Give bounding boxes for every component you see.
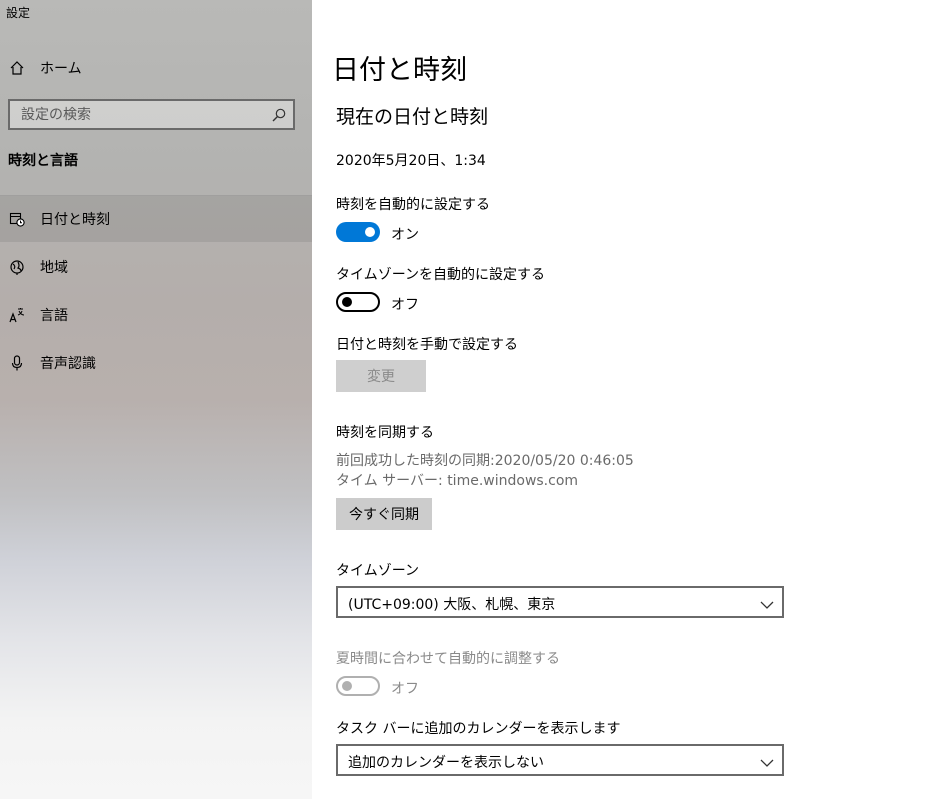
auto-time-state: オン	[391, 227, 419, 243]
globe-icon	[8, 258, 26, 276]
change-button[interactable]: 変更	[336, 360, 426, 392]
sync-heading: 時刻を同期する	[336, 425, 434, 441]
home-icon	[8, 59, 26, 77]
current-datetime: 2020年5月20日、1:34	[336, 153, 486, 169]
sidebar: 設定 ホーム 時刻と言語 日付と時刻 地域 言語 音声認	[0, 0, 312, 799]
calendar-label: タスク バーに追加のカレンダーを表示します	[336, 721, 621, 737]
time-server-text: タイム サーバー: time.windows.com	[336, 473, 579, 489]
auto-time-label: 時刻を自動的に設定する	[336, 197, 490, 213]
toggle-knob	[342, 681, 352, 691]
calendar-clock-icon	[8, 210, 26, 228]
search-box[interactable]	[8, 99, 295, 130]
main-content: 日付と時刻 現在の日付と時刻 2020年5月20日、1:34 時刻を自動的に設定…	[312, 0, 946, 799]
timezone-label: タイムゾーン	[336, 563, 420, 579]
sidebar-item-date-time[interactable]: 日付と時刻	[0, 196, 312, 242]
chevron-down-icon	[760, 754, 774, 767]
page-title: 日付と時刻	[332, 55, 467, 86]
toggle-knob	[342, 297, 352, 307]
auto-timezone-state: オフ	[391, 297, 419, 313]
sidebar-item-label: 音声認識	[40, 356, 96, 372]
microphone-icon	[8, 354, 26, 372]
sync-now-button[interactable]: 今すぐ同期	[336, 498, 432, 530]
auto-timezone-toggle[interactable]	[336, 292, 380, 312]
sidebar-item-label: 地域	[40, 260, 68, 276]
sidebar-item-language[interactable]: 言語	[0, 292, 312, 338]
app-title: 設定	[6, 6, 31, 20]
toggle-knob	[365, 227, 375, 237]
auto-timezone-label: タイムゾーンを自動的に設定する	[336, 267, 546, 283]
manual-set-label: 日付と時刻を手動で設定する	[336, 337, 518, 353]
search-input[interactable]	[10, 101, 260, 128]
sidebar-item-speech[interactable]: 音声認識	[0, 340, 312, 386]
sidebar-item-label: ホーム	[40, 61, 82, 77]
chevron-down-icon	[760, 596, 774, 609]
calendar-select[interactable]: 追加のカレンダーを表示しない	[336, 744, 784, 776]
timezone-select[interactable]: (UTC+09:00) 大阪、札幌、東京	[336, 586, 784, 618]
dst-state: オフ	[391, 681, 419, 697]
timezone-value: (UTC+09:00) 大阪、札幌、東京	[348, 597, 556, 613]
current-heading: 現在の日付と時刻	[336, 106, 489, 128]
sidebar-item-label: 日付と時刻	[40, 212, 110, 228]
dst-label: 夏時間に合わせて自動的に調整する	[336, 651, 560, 667]
search-icon[interactable]	[271, 107, 287, 123]
calendar-value: 追加のカレンダーを表示しない	[348, 755, 544, 771]
dst-toggle[interactable]	[336, 676, 380, 696]
last-sync-text: 前回成功した時刻の同期:2020/05/20 0:46:05	[336, 453, 634, 469]
sidebar-item-label: 言語	[40, 308, 68, 324]
sidebar-item-region[interactable]: 地域	[0, 244, 312, 290]
sidebar-item-home[interactable]: ホーム	[0, 45, 312, 91]
auto-time-toggle[interactable]	[336, 222, 380, 242]
language-icon	[8, 306, 26, 324]
section-heading: 時刻と言語	[8, 153, 78, 169]
